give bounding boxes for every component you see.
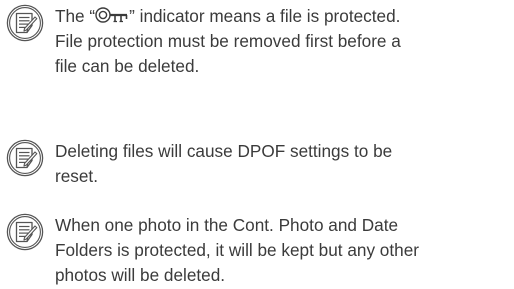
note-dpof-reset: Deleting files will cause DPOF settings … [6, 139, 511, 189]
note-line: Deleting files will cause DPOF settings … [55, 141, 393, 161]
note-line: Folders is protected, it will be kept bu… [55, 240, 419, 260]
memo-note-icon [6, 4, 44, 42]
memo-note-icon [6, 213, 44, 251]
note-line: File protection must be removed first be… [55, 31, 401, 51]
protect-key-icon [95, 6, 129, 24]
note-line: photos will be deleted. [55, 265, 226, 285]
note-protected-indicator: The “ ” indicator means a file is protec… [6, 4, 511, 79]
note-line: The “ ” indicator means a file is protec… [55, 4, 511, 29]
note-text: Deleting files will cause DPOF settings … [55, 139, 511, 189]
note-text: When one photo in the Cont. Photo and Da… [55, 213, 511, 288]
note-cont-photo-protection: When one photo in the Cont. Photo and Da… [6, 213, 511, 288]
note-line-suffix: ” indicator means a file is protected. [129, 6, 401, 26]
note-line-prefix: The “ [55, 6, 96, 26]
memo-note-icon [6, 139, 44, 177]
note-line: reset. [55, 166, 98, 186]
note-line: When one photo in the Cont. Photo and Da… [55, 215, 399, 235]
note-line: file can be deleted. [55, 56, 200, 76]
note-text: The “ ” indicator means a file is protec… [55, 4, 511, 79]
